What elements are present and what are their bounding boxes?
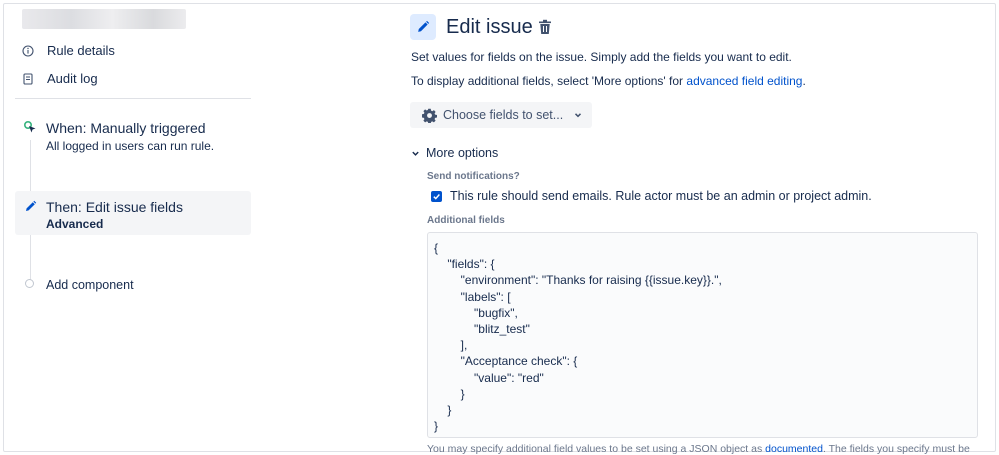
footnote-text: You may specify additional field values … (427, 443, 766, 455)
document-icon (23, 72, 33, 85)
documented-link[interactable]: documented (765, 443, 823, 455)
step-action-title: Then: Edit issue fields (46, 199, 183, 215)
additional-fields-editor[interactable]: { "fields": { "environment": "Thanks for… (427, 232, 978, 438)
footnote-suffix: . The fields you specify must be (822, 443, 970, 455)
add-component-link[interactable]: Add component (46, 278, 134, 292)
more-options-label: More options (426, 146, 499, 160)
rule-details-link[interactable]: Rule details (22, 43, 115, 58)
edit-issue-icon (410, 14, 436, 40)
chevron-down-icon (575, 113, 582, 118)
cursor-trigger-icon (23, 120, 37, 134)
advanced-hint-suffix: . (802, 74, 806, 88)
step-action-subtitle: Advanced (46, 217, 104, 231)
trash-icon[interactable] (538, 19, 552, 35)
sidebar-divider (15, 98, 251, 99)
additional-fields-footnote: You may specify additional field values … (427, 443, 970, 455)
send-notifications-checkbox[interactable] (431, 191, 442, 202)
add-component-dot-icon (25, 279, 34, 288)
choose-fields-button[interactable]: Choose fields to set... (410, 102, 592, 128)
rule-name-redacted (22, 9, 186, 29)
advanced-hint-text: To display additional fields, select 'Mo… (411, 74, 687, 88)
chevron-down-icon (412, 151, 419, 156)
page-title: Edit issue (446, 16, 533, 38)
info-icon (22, 44, 34, 57)
send-notifications-label: Send notifications? (427, 171, 520, 182)
advanced-hint: To display additional fields, select 'Mo… (411, 74, 806, 88)
gear-icon (422, 108, 437, 123)
rule-details-label: Rule details (47, 43, 115, 58)
advanced-field-editing-link[interactable]: advanced field editing (686, 74, 802, 88)
additional-fields-label: Additional fields (427, 215, 505, 226)
checkmark-icon (433, 194, 440, 200)
more-options-toggle[interactable]: More options (411, 146, 498, 160)
audit-log-label: Audit log (47, 71, 98, 86)
send-notifications-text: This rule should send emails. Rule actor… (450, 189, 872, 203)
edit-description: Set values for fields on the issue. Simp… (411, 50, 792, 64)
step-trigger-title: When: Manually triggered (46, 120, 206, 136)
step-trigger-subtitle: All logged in users can run rule. (46, 139, 215, 153)
choose-fields-label: Choose fields to set... (443, 108, 564, 122)
pencil-icon (23, 199, 37, 213)
audit-log-link[interactable]: Audit log (22, 71, 98, 86)
